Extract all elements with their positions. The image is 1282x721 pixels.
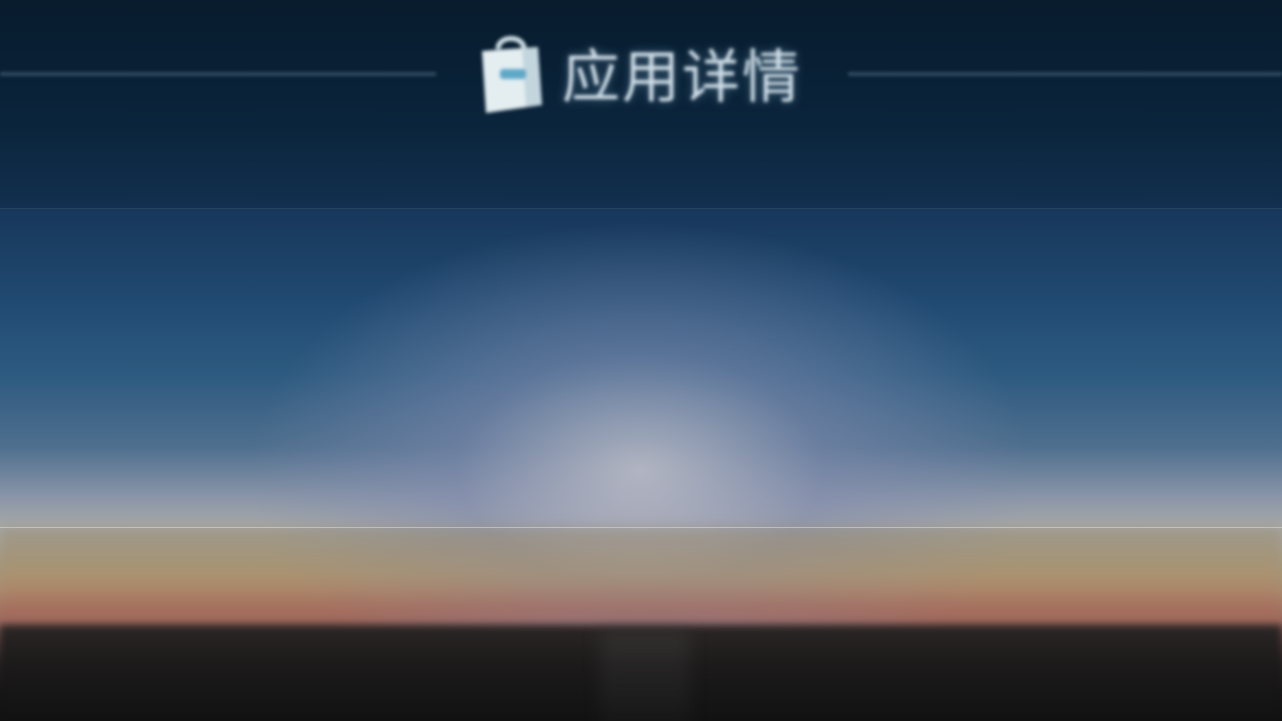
page-title: 应用详情 — [562, 43, 803, 111]
app-detail-screen: 应用详情 — [0, 0, 1282, 721]
header-bar: 应用详情 — [0, 0, 1282, 209]
content-divider — [0, 527, 1282, 528]
header-divider-right — [848, 72, 1282, 76]
shopping-bag-icon — [482, 36, 542, 113]
horizon-glow — [0, 527, 1282, 637]
title-group: 应用详情 — [476, 28, 802, 116]
header-divider-left — [0, 72, 436, 76]
road — [600, 630, 690, 721]
